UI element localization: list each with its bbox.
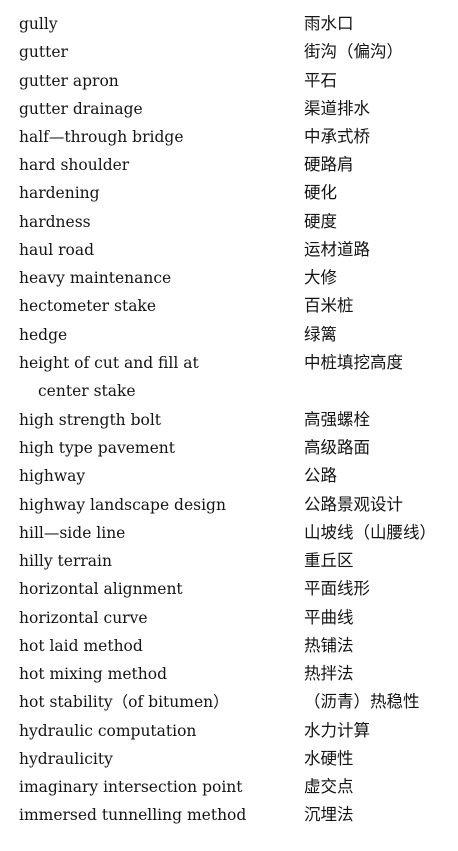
glossary-entry: highway 公路 [0, 463, 458, 491]
chinese-translation: 虚交点 [304, 777, 354, 796]
english-term: haul road [19, 241, 94, 259]
glossary-entry: highway landscape design 公路景观设计 [0, 492, 458, 520]
english-term: horizontal alignment [19, 580, 183, 598]
chinese-translation: 渠道排水 [304, 99, 370, 118]
english-term-line-1: height of cut and fill at [19, 354, 199, 372]
glossary-entry: gutter drainage 渠道排水 [0, 96, 458, 124]
glossary-entry: horizontal curve 平曲线 [0, 605, 458, 633]
glossary-entry: hill—side line 山坡线（山腰线） [0, 520, 458, 548]
english-term: half—through bridge [19, 128, 184, 146]
glossary-entry: hilly terrain 重丘区 [0, 548, 458, 576]
english-term: hydraulicity [19, 750, 113, 768]
glossary-entry: high type pavement 高级路面 [0, 435, 458, 463]
glossary-entry: hot laid method 热铺法 [0, 633, 458, 661]
glossary-entry: imaginary intersection point 虚交点 [0, 774, 458, 802]
chinese-translation: 雨水口 [304, 14, 354, 33]
chinese-translation: 热铺法 [304, 636, 354, 655]
chinese-translation: 平曲线 [304, 608, 354, 627]
glossary-entry: haul road 运材道路 [0, 237, 458, 265]
english-term: hot laid method [19, 637, 143, 655]
english-term: height of cut and fill at center stake [19, 353, 199, 401]
chinese-translation: 中承式桥 [304, 127, 370, 146]
chinese-translation: 百米桩 [304, 296, 354, 315]
chinese-translation: 水力计算 [304, 721, 370, 740]
english-term: gutter drainage [19, 100, 143, 118]
glossary-entry: hardening 硬化 [0, 180, 458, 208]
chinese-translation: 平面线形 [304, 579, 370, 598]
english-term: hard shoulder [19, 156, 130, 174]
glossary-page: gully 雨水口 gutter 街沟（偏沟） gutter apron 平石 gut… [0, 0, 458, 851]
glossary-entry: hectometer stake 百米桩 [0, 293, 458, 321]
english-term: hilly terrain [19, 552, 112, 570]
chinese-translation: 高级路面 [304, 438, 370, 457]
glossary-entry: hot stability（of bitumen） （沥青）热稳性 [0, 689, 458, 717]
chinese-translation: 公路景观设计 [304, 495, 403, 514]
glossary-entry: horizontal alignment 平面线形 [0, 576, 458, 604]
glossary-entry: high strength bolt 高强螺栓 [0, 407, 458, 435]
chinese-translation: 运材道路 [304, 240, 370, 259]
chinese-translation: 硬度 [304, 212, 337, 231]
chinese-translation: 山坡线（山腰线） [304, 523, 436, 542]
english-term: high type pavement [19, 439, 175, 457]
english-term: hardening [19, 184, 100, 202]
english-term: hot mixing method [19, 665, 167, 683]
english-term: highway landscape design [19, 496, 226, 514]
chinese-translation: 硬化 [304, 183, 337, 202]
glossary-entry: hydraulic computation 水力计算 [0, 718, 458, 746]
chinese-translation: 大修 [304, 268, 337, 287]
english-term: gutter [19, 43, 68, 61]
chinese-translation: 中桩填挖高度 [304, 353, 403, 372]
glossary-entry: hot mixing method 热拌法 [0, 661, 458, 689]
english-term-line-2: center stake [38, 382, 136, 400]
chinese-translation: 平石 [304, 71, 337, 90]
english-term: imaginary intersection point [19, 778, 243, 796]
english-term: gutter apron [19, 72, 119, 90]
english-term: high strength bolt [19, 411, 162, 429]
glossary-entry: hard shoulder 硬路肩 [0, 152, 458, 180]
glossary-entry: immersed tunnelling method 沉埋法 [0, 802, 458, 830]
glossary-entry: hedge 绿篱 [0, 322, 458, 350]
english-term: hardness [19, 213, 91, 231]
english-term: highway [19, 467, 86, 485]
glossary-entry: hardness 硬度 [0, 209, 458, 237]
chinese-translation: 热拌法 [304, 664, 354, 683]
chinese-translation: 沉埋法 [304, 805, 354, 824]
english-term: heavy maintenance [19, 269, 172, 287]
english-term: immersed tunnelling method [19, 806, 247, 824]
glossary-entry: gutter 街沟（偏沟） [0, 39, 458, 67]
chinese-translation: 绿篱 [304, 325, 337, 344]
glossary-entry: half—through bridge 中承式桥 [0, 124, 458, 152]
glossary-entry: heavy maintenance 大修 [0, 265, 458, 293]
chinese-translation: 高强螺栓 [304, 410, 370, 429]
glossary-entry: height of cut and fill at center stake 中桩… [0, 350, 458, 406]
english-term: hydraulic computation [19, 722, 197, 740]
chinese-translation: 公路 [304, 466, 337, 485]
english-term: hectometer stake [19, 297, 156, 315]
english-term: horizontal curve [19, 609, 148, 627]
glossary-entry: gutter apron 平石 [0, 68, 458, 96]
chinese-translation: 水硬性 [304, 749, 354, 768]
glossary-entry: hydraulicity 水硬性 [0, 746, 458, 774]
chinese-translation: 重丘区 [304, 551, 354, 570]
english-term: hedge [19, 326, 68, 344]
chinese-translation: 硬路肩 [304, 155, 354, 174]
english-term: hot stability（of bitumen） [19, 693, 229, 711]
chinese-translation: （沥青）热稳性 [304, 692, 420, 711]
english-term: hill—side line [19, 524, 126, 542]
glossary-entry: gully 雨水口 [0, 11, 458, 39]
english-term: gully [19, 15, 58, 33]
chinese-translation: 街沟（偏沟） [304, 42, 403, 61]
